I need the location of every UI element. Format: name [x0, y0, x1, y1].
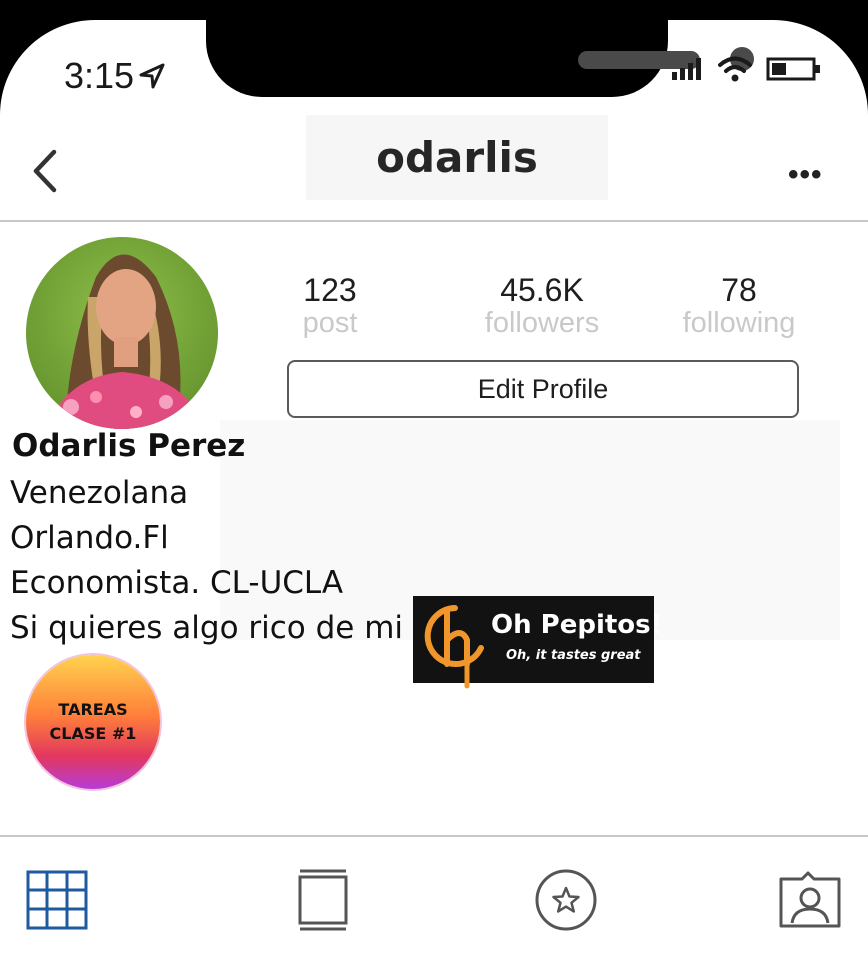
- stat-following[interactable]: 78 following: [666, 272, 812, 340]
- tab-igtv[interactable]: [288, 865, 358, 935]
- stat-following-count: 78: [721, 272, 757, 308]
- logo-tagline: Oh, it tastes great: [506, 648, 641, 663]
- bio-line-1: Venezolana: [10, 475, 189, 511]
- bio-line-2: Orlando.Fl: [10, 520, 169, 556]
- status-time-label: 3:15: [64, 55, 135, 96]
- phone-screen: 3:15 odarlis ••• 123 post 45.6K follower…: [0, 20, 868, 973]
- stat-posts[interactable]: 123 post: [290, 272, 370, 340]
- stat-followers-label: followers: [484, 307, 600, 339]
- back-arrow-icon[interactable]: [30, 148, 60, 194]
- avatar[interactable]: [26, 237, 218, 429]
- profile-full-name: Odarlis Perez: [12, 428, 246, 464]
- status-time: 3:15: [64, 55, 166, 97]
- location-arrow-icon: [139, 63, 165, 89]
- wifi-icon: [718, 56, 752, 82]
- tab-favorites[interactable]: [531, 865, 601, 935]
- profile-header: odarlis •••: [0, 100, 868, 222]
- bio-line-4: Si quieres algo rico de mi: [10, 610, 404, 646]
- status-icons: [672, 56, 822, 82]
- oh-pepitos-logo: Oh Pepitos! Oh, it tastes great: [413, 596, 663, 689]
- star-icon: [535, 869, 597, 931]
- tagged-person-icon: [779, 871, 841, 928]
- stat-posts-count: 123: [303, 272, 357, 308]
- stat-followers[interactable]: 45.6K followers: [467, 272, 617, 340]
- story-highlight[interactable]: TAREAS CLASE #1: [26, 655, 160, 789]
- notch: [206, 20, 754, 97]
- grid-icon: [26, 870, 88, 930]
- bio-line-3: Economista. CL-UCLA: [10, 565, 344, 601]
- edit-profile-button[interactable]: Edit Profile: [287, 360, 799, 418]
- highlight-line-1: TAREAS: [58, 700, 128, 719]
- stat-posts-label: post: [302, 307, 358, 339]
- logo-title: Oh Pepitos!: [491, 610, 663, 640]
- highlight-line-2: CLASE #1: [49, 724, 137, 743]
- tab-divider: [0, 835, 868, 837]
- phone-frame: 3:15 odarlis ••• 123 post 45.6K follower…: [0, 0, 868, 973]
- more-options-icon[interactable]: •••: [788, 158, 823, 192]
- profile-username: odarlis: [306, 115, 608, 200]
- igtv-icon: [298, 869, 348, 931]
- battery-icon: [766, 57, 820, 81]
- stat-following-label: following: [682, 307, 796, 339]
- avatar-photo: [26, 237, 218, 429]
- stat-followers-count: 45.6K: [500, 272, 584, 308]
- tab-grid[interactable]: [22, 865, 92, 935]
- pepitos-logo-mark: [424, 605, 484, 689]
- tab-tagged[interactable]: [775, 865, 845, 935]
- cellular-signal-icon: [672, 58, 701, 80]
